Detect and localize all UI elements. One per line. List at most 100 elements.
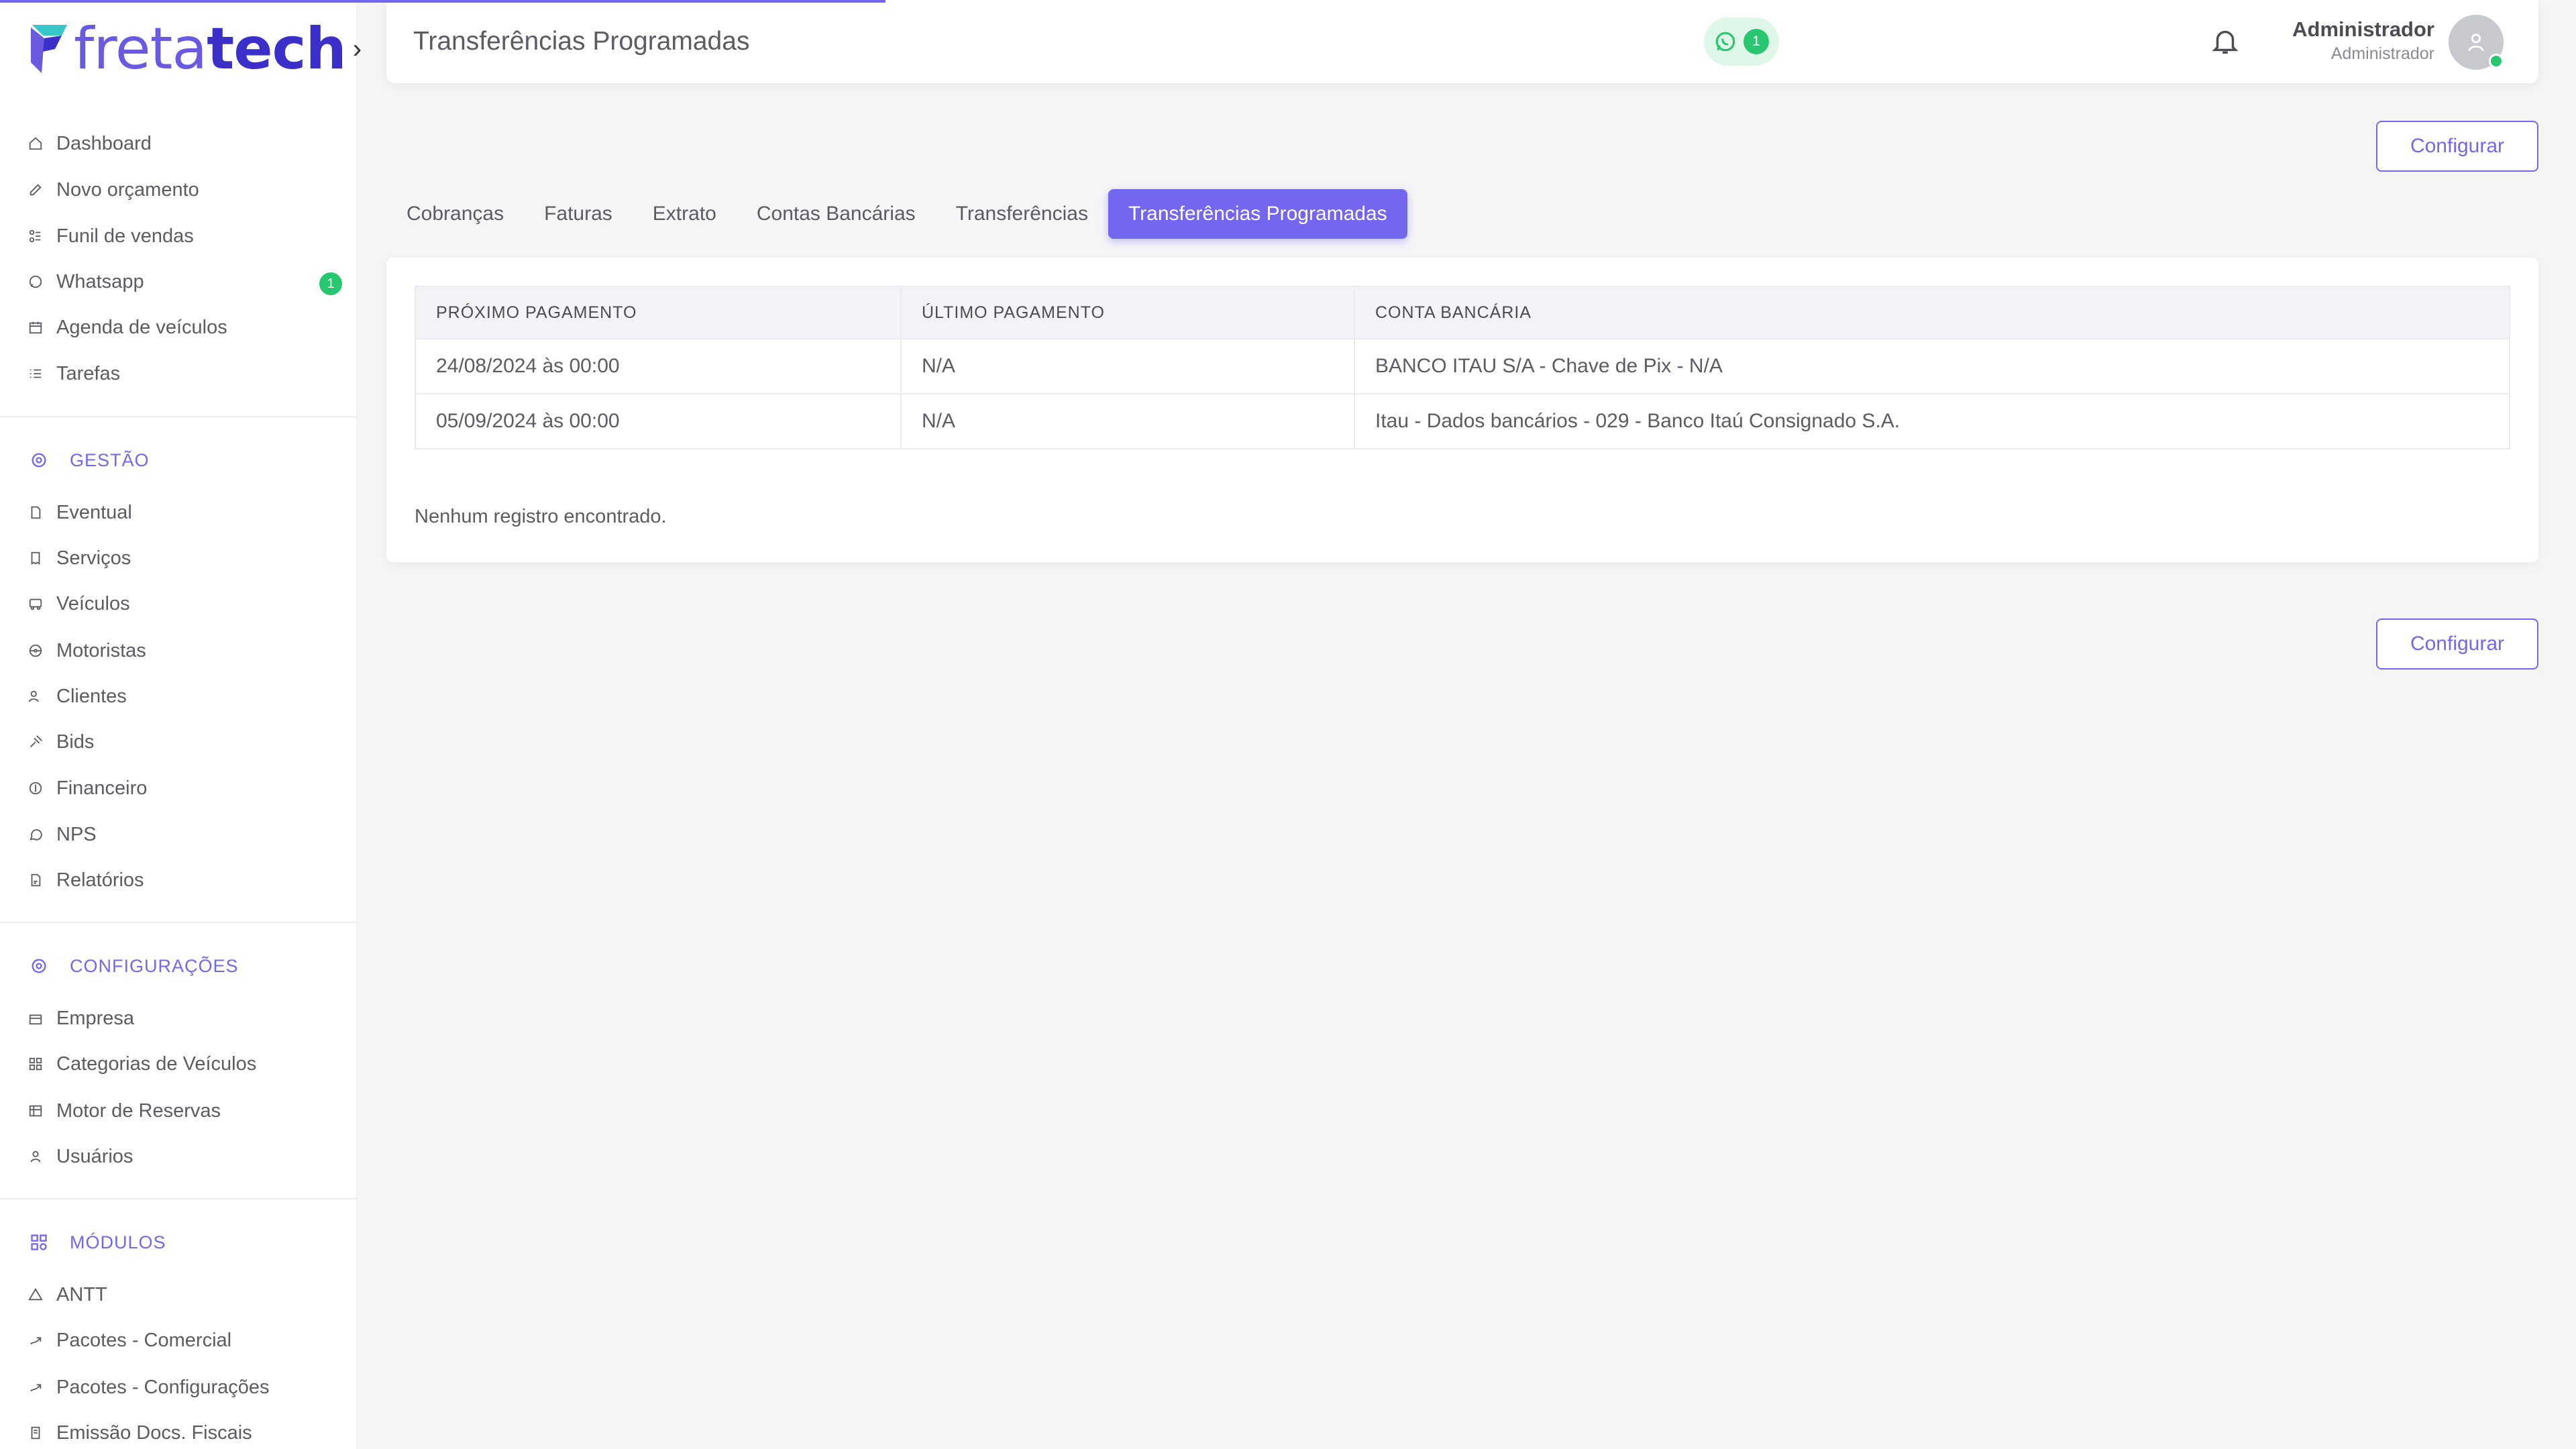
scheduled-transfers-table: Próximo Pagamento Último Pagamento Conta…	[415, 286, 2510, 449]
table-icon	[27, 1102, 44, 1120]
bell-icon[interactable]	[2210, 25, 2241, 56]
logo-mark-icon	[31, 25, 67, 73]
sidebar-divider	[0, 922, 357, 923]
whatsapp-badge: 1	[319, 272, 342, 295]
funnel-icon	[27, 227, 44, 245]
sidebar-item-financeiro[interactable]: Financeiro	[27, 771, 342, 806]
tab-transferencias-programadas[interactable]: Transferências Programadas	[1108, 189, 1407, 239]
edit-icon	[27, 181, 44, 199]
bus-icon	[27, 595, 44, 612]
sidebar-divider	[0, 1198, 357, 1199]
tab-cobrancas[interactable]: Cobranças	[386, 189, 524, 239]
document-icon	[27, 1424, 44, 1442]
section-title: GESTÃO	[70, 449, 150, 470]
sidebar-item-label: Serviços	[56, 547, 131, 569]
sidebar-item-label: Motor de Reservas	[56, 1099, 221, 1122]
sidebar-item-categorias-de-veiculos[interactable]: Categorias de Veículos	[27, 1046, 342, 1081]
sidebar-divider	[0, 416, 357, 417]
sidebar-item-dashboard[interactable]: Dashboard	[27, 126, 342, 161]
sidebar-item-pacotes-comercial[interactable]: Pacotes - Comercial	[27, 1323, 342, 1358]
sidebar-item-empresa[interactable]: Empresa	[27, 1001, 342, 1036]
tabs: Cobranças Faturas Extrato Contas Bancári…	[386, 189, 1407, 239]
whatsapp-icon	[27, 273, 44, 290]
logo[interactable]: fretatech ›	[28, 19, 362, 79]
sidebar-item-label: Funil de vendas	[56, 225, 194, 247]
receipt-icon	[27, 549, 44, 567]
sidebar-item-nps[interactable]: NPS	[27, 817, 342, 852]
sidebar-item-label: Emissão Docs. Fiscais	[56, 1421, 252, 1444]
configure-button-top[interactable]: Configurar	[2376, 121, 2538, 172]
sidebar-item-eventual[interactable]: Eventual	[27, 495, 342, 530]
table-cell: 05/09/2024 às 00:00	[415, 393, 902, 449]
scheduled-transfers-card: Próximo Pagamento Último Pagamento Conta…	[386, 258, 2538, 562]
whatsapp-icon	[1715, 32, 1735, 52]
sidebar-item-veiculos[interactable]: Veículos	[27, 586, 342, 621]
sidebar-item-usuarios[interactable]: Usuários	[27, 1139, 342, 1174]
sidebar-item-label: Relatórios	[56, 869, 144, 891]
category-icon	[27, 1055, 44, 1073]
tab-extrato[interactable]: Extrato	[633, 189, 737, 239]
home-icon	[27, 135, 44, 152]
sidebar-item-label: Empresa	[56, 1007, 135, 1029]
column-header: Último Pagamento	[900, 286, 1355, 339]
logo-text: fretatech	[74, 20, 347, 78]
apps-icon	[30, 1232, 50, 1252]
sidebar-item-label: Novo orçamento	[56, 178, 199, 201]
sidebar-item-pacotes-configuracoes[interactable]: Pacotes - Configurações	[27, 1370, 342, 1405]
user-name[interactable]: Administrador	[2292, 17, 2434, 42]
whatsapp-notification-button[interactable]: 1	[1704, 17, 1779, 66]
sidebar-item-servicos[interactable]: Serviços	[27, 541, 342, 576]
message-circle-icon	[27, 826, 44, 843]
sidebar-item-label: Categorias de Veículos	[56, 1053, 257, 1075]
sidebar-item-antt[interactable]: ANTT	[27, 1277, 342, 1312]
chevron-right-icon[interactable]: ›	[353, 36, 362, 62]
sidebar-item-motoristas[interactable]: Motoristas	[27, 633, 342, 668]
sidebar-item-label: Pacotes - Configurações	[56, 1376, 270, 1398]
package-icon	[27, 1332, 44, 1349]
sidebar-item-label: Motoristas	[56, 639, 146, 661]
section-title: MÓDULOS	[70, 1232, 166, 1252]
sidebar-item-motor-de-reservas[interactable]: Motor de Reservas	[27, 1093, 342, 1128]
table-cell: BANCO ITAU S/A - Chave de Pix - N/A	[1354, 338, 2510, 394]
column-header: Próximo Pagamento	[415, 286, 902, 339]
table-row[interactable]: 24/08/2024 às 00:00 N/A BANCO ITAU S/A -…	[415, 338, 2510, 394]
page-title: Transferências Programadas	[413, 27, 750, 56]
user-icon	[2468, 34, 2484, 52]
loading-progress-bar	[0, 0, 885, 3]
sidebar-item-relatorios[interactable]: Relatórios	[27, 863, 342, 898]
sidebar-item-label: Tarefas	[56, 362, 121, 384]
report-icon	[27, 871, 44, 889]
table-row[interactable]: 05/09/2024 às 00:00 N/A Itau - Dados ban…	[415, 393, 2510, 449]
building-icon	[27, 1010, 44, 1027]
sidebar-item-tarefas[interactable]: Tarefas	[27, 356, 342, 391]
sidebar-item-clientes[interactable]: Clientes	[27, 679, 342, 714]
logo-text-bold: tech	[207, 15, 347, 83]
tab-contas-bancarias[interactable]: Contas Bancárias	[737, 189, 936, 239]
sidebar-item-funil-de-vendas[interactable]: Funil de vendas	[27, 219, 342, 254]
sidebar-item-agenda-de-veiculos[interactable]: Agenda de veículos	[27, 310, 342, 345]
file-icon	[27, 504, 44, 521]
configure-button-bottom[interactable]: Configurar	[2376, 619, 2538, 669]
sidebar-item-whatsapp[interactable]: Whatsapp 1	[27, 264, 342, 299]
package-icon	[27, 1379, 44, 1396]
sidebar-item-novo-orcamento[interactable]: Novo orçamento	[27, 172, 342, 207]
sidebar-item-label: Bids	[56, 731, 95, 753]
section-head-modulos: MÓDULOS	[30, 1228, 166, 1257]
table-header-row: Próximo Pagamento Último Pagamento Conta…	[415, 286, 2510, 339]
table-cell: 24/08/2024 às 00:00	[415, 338, 902, 394]
online-status-dot	[2489, 54, 2504, 68]
tab-faturas[interactable]: Faturas	[524, 189, 633, 239]
sidebar-item-label: Whatsapp	[56, 270, 144, 292]
table-cell: N/A	[900, 338, 1355, 394]
whatsapp-count-badge: 1	[1743, 29, 1769, 54]
sidebar-item-emissao-docs-fiscais[interactable]: Emissão Docs. Fiscais	[27, 1415, 342, 1449]
list-icon	[27, 365, 44, 382]
sidebar-item-bids[interactable]: Bids	[27, 724, 342, 759]
top-header: Transferências Programadas 1 Administrad…	[386, 0, 2538, 83]
steering-wheel-icon	[27, 642, 44, 659]
section-head-configuracoes: CONFIGURAÇÕES	[30, 951, 239, 981]
sidebar-item-label: Pacotes - Comercial	[56, 1329, 232, 1351]
calendar-icon	[27, 319, 44, 336]
triangle-icon	[27, 1286, 44, 1303]
tab-transferencias[interactable]: Transferências	[936, 189, 1108, 239]
